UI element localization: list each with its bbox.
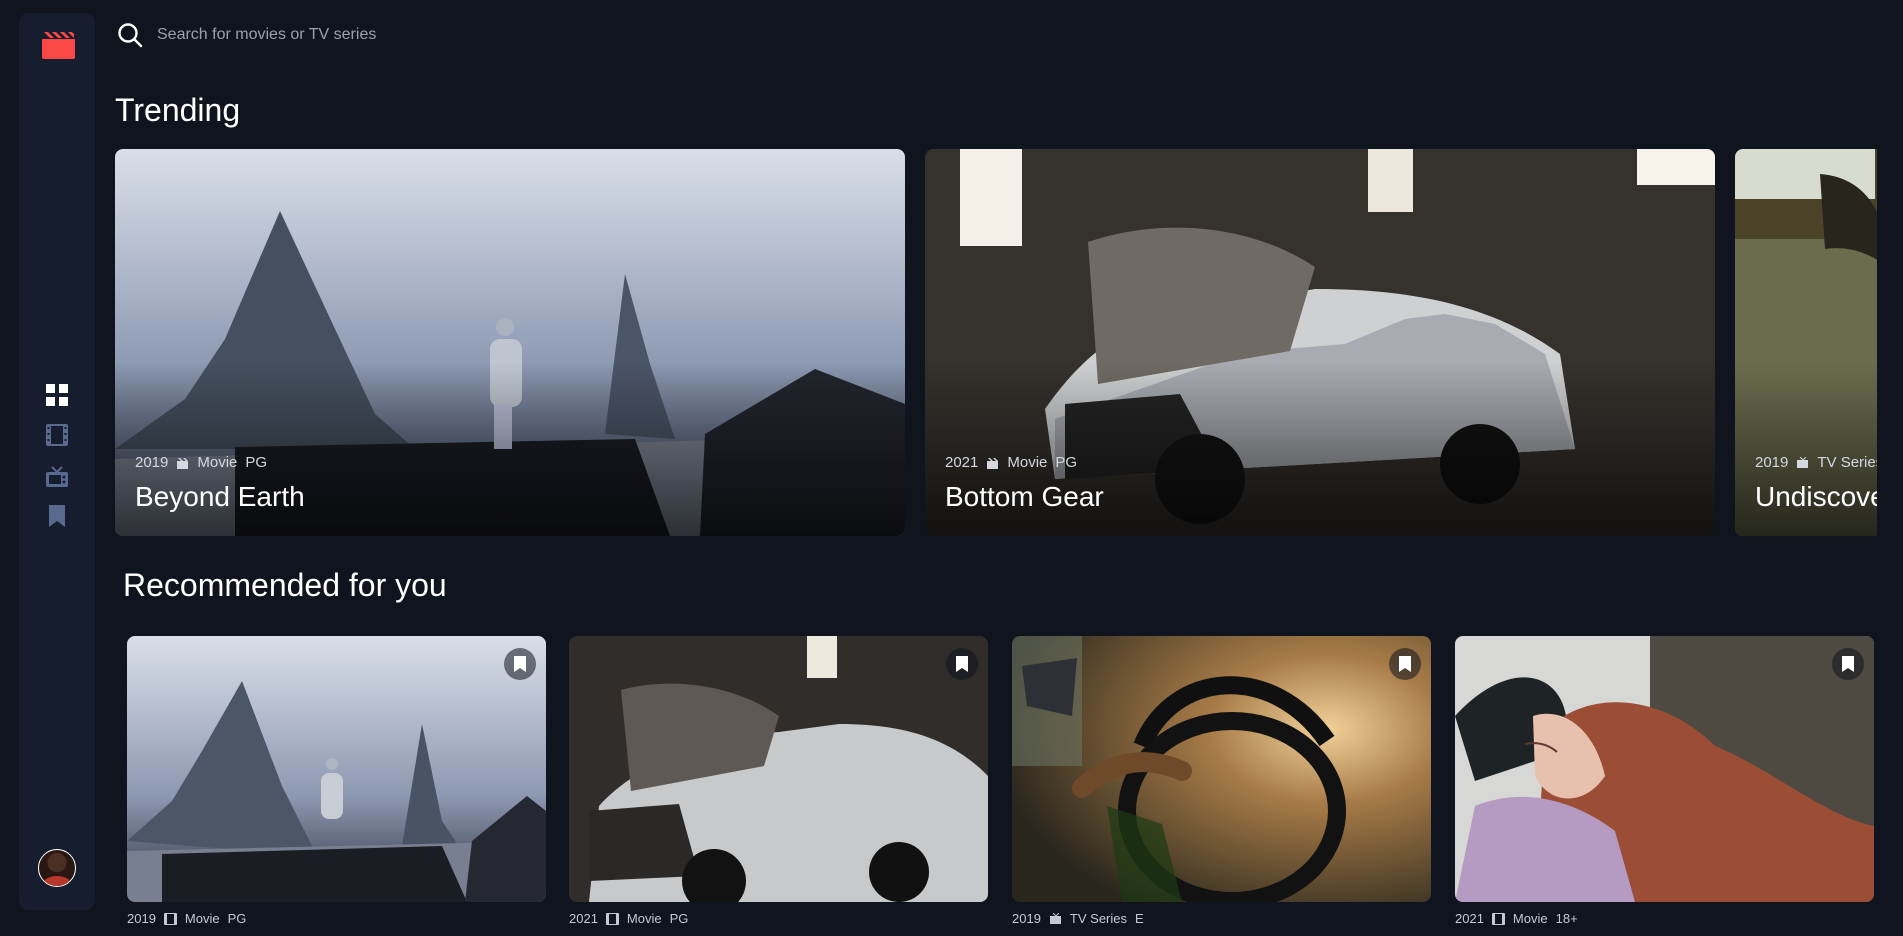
year: 2019	[127, 911, 156, 926]
film-icon	[605, 912, 619, 925]
recommended-image-3	[1012, 636, 1431, 902]
rating: 18+	[1555, 911, 1578, 926]
bookmark-icon	[1842, 656, 1854, 672]
rating: PG	[245, 454, 268, 471]
recommended-card-1[interactable]	[127, 636, 546, 902]
trending-card-beyond-earth[interactable]: 2019 Movie PG Beyond Earth	[115, 149, 905, 536]
film-icon	[1491, 912, 1505, 925]
category: Movie	[626, 911, 662, 926]
trending-meta-1: 2019 Movie PG	[135, 454, 267, 471]
user-avatar[interactable]	[38, 849, 76, 887]
bookmark-button[interactable]	[946, 648, 978, 680]
recommended-card-4[interactable]	[1455, 636, 1874, 902]
recommended-meta-4: 2021 Movie 18+	[1455, 911, 1578, 926]
type: TV Series	[1817, 454, 1877, 471]
tv-icon	[1797, 456, 1809, 468]
category: TV Series	[1069, 911, 1127, 926]
movie-icon	[177, 457, 189, 469]
type: Movie	[197, 454, 238, 471]
recommended-image-4	[1455, 636, 1874, 902]
bookmark-button[interactable]	[1389, 648, 1421, 680]
recommended-meta-1: 2019 Movie PG	[127, 911, 246, 926]
rating: PG	[1055, 454, 1078, 471]
year: 2019	[1755, 454, 1789, 471]
movie-icon	[987, 457, 999, 469]
year: 2019	[135, 454, 169, 471]
category: Movie	[1512, 911, 1548, 926]
trending-meta-2: 2021 Movie PG	[945, 454, 1077, 471]
year: 2021	[569, 911, 598, 926]
bookmark-icon	[956, 656, 968, 672]
rating: PG	[227, 911, 247, 926]
trending-card-bottom-gear[interactable]: 2021 Movie PG Bottom Gear	[925, 149, 1715, 536]
rating: PG	[669, 911, 689, 926]
search-icon	[118, 23, 143, 48]
year: 2021	[1455, 911, 1484, 926]
year: 2019	[1012, 911, 1041, 926]
movie-film-icon[interactable]	[46, 424, 68, 446]
card-shade	[925, 149, 1715, 536]
trending-title-2: Bottom Gear	[945, 481, 1104, 512]
category: Movie	[184, 911, 220, 926]
trending-heading: Trending	[115, 92, 241, 128]
trending-card-undiscovered[interactable]: 2019 TV Series Undiscove	[1735, 149, 1877, 536]
sidebar	[19, 13, 95, 910]
tv-icon	[1049, 912, 1061, 924]
film-icon	[163, 912, 177, 925]
bookmark-button[interactable]	[504, 648, 536, 680]
trending-title-3: Undiscove	[1755, 481, 1877, 512]
trending-title-1: Beyond Earth	[135, 481, 305, 512]
search-bar	[117, 22, 679, 48]
recommended-heading: Recommended for you	[123, 567, 447, 603]
trending-carousel[interactable]: 2019 Movie PG Beyond Earth 2021 Movie PG	[115, 149, 1877, 536]
search-input[interactable]	[155, 25, 679, 45]
bookmark-icon	[1399, 656, 1411, 672]
year: 2021	[945, 454, 979, 471]
home-grid-icon[interactable]	[46, 384, 68, 406]
recommended-card-3[interactable]	[1012, 636, 1431, 902]
rating: E	[1135, 911, 1144, 926]
bookmark-icon	[514, 656, 526, 672]
type: Movie	[1007, 454, 1048, 471]
recommended-meta-2: 2021 Movie PG	[569, 911, 688, 926]
card-shade	[1735, 149, 1877, 536]
tv-icon[interactable]	[46, 465, 68, 487]
clapperboard-logo-icon[interactable]	[42, 31, 75, 59]
bookmark-icon[interactable]	[46, 505, 68, 527]
recommended-image-1	[127, 636, 546, 902]
bookmark-button[interactable]	[1832, 648, 1864, 680]
recommended-image-2	[569, 636, 988, 902]
recommended-meta-3: 2019 TV Series E	[1012, 911, 1144, 926]
recommended-card-2[interactable]	[569, 636, 988, 902]
trending-meta-3: 2019 TV Series	[1755, 454, 1877, 471]
card-shade	[115, 149, 905, 536]
